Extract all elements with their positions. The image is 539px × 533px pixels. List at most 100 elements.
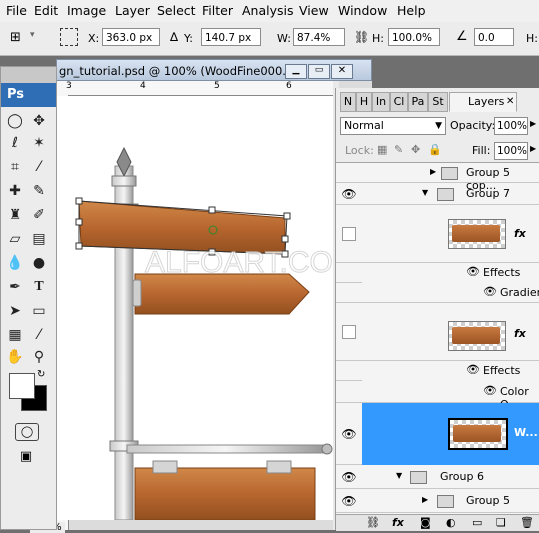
fill-arrow-icon[interactable]: ▶ xyxy=(530,144,536,153)
new-layer-icon[interactable]: ❏ xyxy=(496,516,506,529)
menu-help[interactable]: Help xyxy=(397,3,426,18)
magic-wand-tool-icon[interactable]: ✶ xyxy=(29,133,49,153)
canvas[interactable]: ALFOART.COM xyxy=(57,96,333,520)
sampler-tool-icon[interactable]: ⁄ xyxy=(29,325,49,345)
reference-point-icon[interactable] xyxy=(60,28,78,46)
blend-mode-select[interactable]: Normal ▼ xyxy=(340,117,446,135)
fx-icon[interactable]: fx xyxy=(514,327,526,340)
visibility-toggle[interactable] xyxy=(336,163,362,183)
menu-select[interactable]: Select xyxy=(157,3,196,18)
healing-brush-tool-icon[interactable]: ✚ xyxy=(5,181,25,201)
chevron-down-icon[interactable]: ▾ xyxy=(30,30,35,40)
pen-tool-icon[interactable]: ✒ xyxy=(5,277,25,297)
lasso-tool-icon[interactable]: ℓ xyxy=(5,133,25,153)
add-style-icon[interactable]: fx xyxy=(392,516,404,529)
collapse-arrow-icon[interactable]: ▼ xyxy=(422,188,428,197)
layer-row-group5-copy[interactable]: ▶ Group 5 cop... xyxy=(362,163,539,192)
dodge-tool-icon[interactable]: ● xyxy=(29,253,49,273)
layer-row-wood-2[interactable]: fx xyxy=(362,303,539,361)
menu-view[interactable]: View xyxy=(299,3,329,18)
link-layers-icon[interactable]: ⛓ xyxy=(366,516,380,529)
link-icon[interactable]: ⛓ xyxy=(354,30,369,44)
visibility-toggle[interactable] xyxy=(336,361,362,381)
visibility-toggle[interactable]: 👁 xyxy=(336,403,362,465)
tab-paths[interactable]: Pa xyxy=(408,92,428,112)
visibility-toggle[interactable] xyxy=(336,283,362,303)
transform-handle[interactable] xyxy=(75,218,83,226)
new-group-icon[interactable]: ▭ xyxy=(472,516,482,529)
opacity-field[interactable]: 100% xyxy=(494,117,528,135)
transform-handle[interactable] xyxy=(75,197,83,205)
notes-tool-icon[interactable]: ▦ xyxy=(5,325,25,345)
tab-histogram[interactable]: H xyxy=(356,92,372,112)
eye-icon[interactable]: 👁 xyxy=(466,363,480,376)
color-overlay-effect-row[interactable]: 👁 Color O... xyxy=(362,381,539,411)
tab-layers[interactable]: Layers ✕ xyxy=(449,92,517,112)
add-mask-icon[interactable]: ◙ xyxy=(420,516,431,529)
marquee-tool-icon[interactable]: ◯ xyxy=(5,111,25,131)
shape-tool-icon[interactable]: ▭ xyxy=(29,301,49,321)
tools-header[interactable] xyxy=(1,67,56,83)
effects-row-2[interactable]: 👁 Effects xyxy=(362,361,539,381)
trash-icon[interactable]: 🗑 xyxy=(520,516,534,529)
visibility-toggle[interactable]: 👁 xyxy=(336,465,362,489)
lock-transparency-icon[interactable]: ▦ xyxy=(377,143,387,156)
adjustment-layer-icon[interactable]: ◐ xyxy=(446,516,456,529)
hand-tool-icon[interactable]: ✋ xyxy=(5,347,25,367)
screen-mode-icon[interactable]: ▣ xyxy=(15,449,37,465)
visibility-toggle[interactable] xyxy=(336,303,362,361)
close-tab-icon[interactable]: ✕ xyxy=(506,93,514,111)
eye-icon[interactable]: 👁 xyxy=(483,384,497,397)
tab-styles[interactable]: St xyxy=(428,92,448,112)
visibility-toggle[interactable]: 👁 xyxy=(336,183,362,205)
visibility-toggle[interactable] xyxy=(336,205,362,263)
angle-field[interactable]: 0.0 xyxy=(474,28,514,46)
y-field[interactable]: 140.7 px xyxy=(201,28,261,46)
transform-handle[interactable] xyxy=(75,242,83,250)
tab-color[interactable]: Cl xyxy=(390,92,408,112)
history-brush-tool-icon[interactable]: ✐ xyxy=(29,205,49,225)
swap-colors-icon[interactable]: ↻ xyxy=(37,369,45,380)
lock-position-icon[interactable]: ✥ xyxy=(411,143,420,156)
layer-row-group7[interactable]: ▼ Group 7 xyxy=(362,183,539,205)
x-field[interactable]: 363.0 px xyxy=(102,28,160,46)
type-tool-icon[interactable]: T xyxy=(29,277,49,297)
transform-tool-icon[interactable]: ⊞ xyxy=(10,30,21,45)
expand-arrow-icon[interactable]: ▶ xyxy=(430,167,436,176)
effects-row-1[interactable]: 👁 Effects xyxy=(362,263,539,283)
brush-tool-icon[interactable]: ✎ xyxy=(29,181,49,201)
blur-tool-icon[interactable]: 💧 xyxy=(5,253,25,273)
lock-pixels-icon[interactable]: ✎ xyxy=(394,143,403,156)
transform-handle[interactable] xyxy=(281,235,289,243)
move-tool-icon[interactable]: ✥ xyxy=(29,111,49,131)
menu-file[interactable]: File xyxy=(6,3,27,18)
h-field[interactable]: 100.0% xyxy=(388,28,440,46)
gradient-effect-row[interactable]: 👁 Gradien... xyxy=(362,283,539,303)
eye-icon[interactable]: 👁 xyxy=(466,265,480,278)
foreground-color-swatch-front[interactable] xyxy=(9,373,35,399)
maximize-button[interactable]: ▭ xyxy=(308,64,330,79)
lock-all-icon[interactable]: 🔒 xyxy=(428,143,442,156)
zoom-tool-icon[interactable]: ⚲ xyxy=(29,347,49,367)
path-selection-tool-icon[interactable]: ➤ xyxy=(5,301,25,321)
menu-analysis[interactable]: Analysis xyxy=(242,3,294,18)
layer-row-wood-1[interactable]: fx xyxy=(362,205,539,263)
fill-field[interactable]: 100% xyxy=(494,142,528,160)
close-button[interactable]: ✕ xyxy=(331,64,353,79)
menu-layer[interactable]: Layer xyxy=(115,3,150,18)
layer-row-selected[interactable]: W... xyxy=(362,403,539,465)
eraser-tool-icon[interactable]: ▱ xyxy=(5,229,25,249)
clone-stamp-tool-icon[interactable]: ♜ xyxy=(5,205,25,225)
menu-image[interactable]: Image xyxy=(67,3,106,18)
transform-handle[interactable] xyxy=(283,212,291,220)
tab-navigator[interactable]: N xyxy=(340,92,356,112)
menu-edit[interactable]: Edit xyxy=(34,3,58,18)
visibility-toggle[interactable] xyxy=(336,381,362,403)
w-field[interactable]: 87.4% xyxy=(293,28,345,46)
crop-tool-icon[interactable]: ⌗ xyxy=(5,157,25,177)
layer-row-group5[interactable]: ▶ Group 5 xyxy=(362,489,539,513)
delta-icon[interactable]: ∆ xyxy=(170,30,178,44)
tab-info[interactable]: In xyxy=(372,92,390,112)
document-title-bar[interactable]: gn_tutorial.psd @ 100% (WoodFine000... ▁… xyxy=(56,59,372,81)
gradient-tool-icon[interactable]: ▤ xyxy=(29,229,49,249)
